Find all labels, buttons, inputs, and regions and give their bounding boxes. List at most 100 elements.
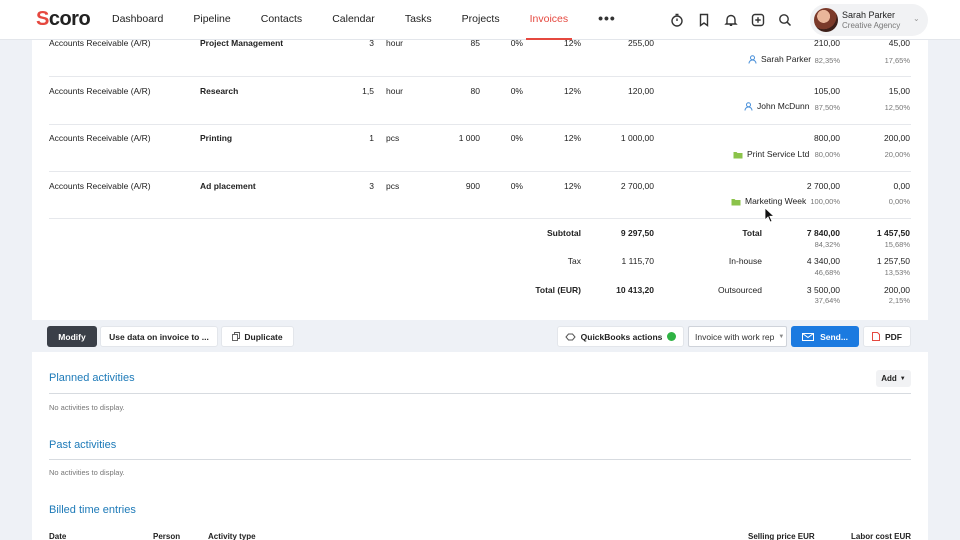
total-cost-percent: 84,32%: [814, 240, 840, 249]
total-cost-label: Total: [742, 228, 762, 238]
nav-contacts[interactable]: Contacts: [257, 0, 306, 40]
inhouse-cost-value: 4 340,00: [806, 256, 840, 266]
outsourced-label: Outsourced: [718, 285, 762, 295]
column-header-selling-price[interactable]: Selling price EUR: [748, 532, 815, 540]
tax-value: 1 115,70: [621, 256, 654, 266]
nav-projects[interactable]: Projects: [458, 0, 504, 40]
line-account: Accounts Receivable (A/R): [49, 181, 151, 191]
total-cost-value: 7 840,00: [806, 228, 840, 238]
activities-panel: Planned activities Add ▼ No activities t…: [32, 352, 928, 540]
resource-name: Print Service Ltd: [747, 149, 810, 159]
past-activities-empty: No activities to display.: [49, 468, 125, 477]
use-data-on-invoice-button[interactable]: Use data on invoice to ...: [100, 326, 218, 347]
line-margin-percent: 0,00%: [888, 197, 910, 206]
search-icon[interactable]: [774, 9, 796, 31]
outsourced-margin-value: 200,00: [884, 285, 910, 295]
subtotal-value: 9 297,50: [620, 228, 654, 238]
line-price: 1 000: [458, 133, 480, 143]
duplicate-button[interactable]: Duplicate: [221, 326, 294, 347]
chevron-down-icon: ▼: [778, 333, 785, 340]
line-account: Accounts Receivable (A/R): [49, 86, 151, 96]
send-button[interactable]: Send...: [791, 326, 859, 347]
nav-pipeline[interactable]: Pipeline: [189, 0, 234, 40]
planned-activities-empty: No activities to display.: [49, 403, 125, 412]
invoice-action-bar: Modify Use data on invoice to ... Duplic…: [32, 320, 928, 352]
avatar: [814, 8, 838, 32]
pdf-icon: [872, 332, 880, 341]
column-header-date[interactable]: Date: [49, 532, 66, 540]
nav-calendar[interactable]: Calendar: [328, 0, 379, 40]
line-vat: 12%: [563, 86, 581, 96]
add-label: Add: [881, 374, 897, 383]
column-header-activity-type[interactable]: Activity type: [208, 532, 256, 540]
user-menu[interactable]: Sarah Parker Creative Agency ⌄: [810, 4, 928, 36]
column-header-person[interactable]: Person: [153, 532, 180, 540]
tax-label: Tax: [567, 256, 581, 266]
quickbooks-actions-button[interactable]: QuickBooks actions: [557, 326, 684, 347]
inhouse-label: In-house: [728, 256, 762, 266]
inhouse-cost-percent: 46,68%: [814, 268, 840, 277]
company-icon: [733, 150, 743, 159]
divider: [49, 393, 911, 394]
timer-icon[interactable]: [666, 9, 688, 31]
planned-activities-title[interactable]: Planned activities: [49, 372, 135, 384]
status-ok-icon: [667, 332, 677, 341]
bell-icon[interactable]: [720, 9, 742, 31]
line-cost-percent: 100,00%: [810, 197, 840, 206]
company-icon: [731, 197, 741, 206]
line-unit: hour: [386, 86, 404, 96]
add-activity-button[interactable]: Add ▼: [876, 370, 911, 387]
line-margin-percent: 17,65%: [884, 56, 910, 65]
nav-invoices[interactable]: Invoices: [525, 0, 573, 40]
scoro-logo[interactable]: Scoro: [36, 8, 91, 31]
line-cost-percent: 80,00%: [814, 150, 840, 159]
nav-tasks[interactable]: Tasks: [401, 0, 436, 40]
line-quantity: 1: [369, 133, 374, 143]
billed-time-entries-title[interactable]: Billed time entries: [49, 504, 136, 516]
total-label: Total (EUR): [535, 285, 581, 295]
line-resource[interactable]: Sarah Parker: [748, 54, 811, 64]
pdf-label: PDF: [885, 331, 902, 342]
line-price: 900: [465, 181, 480, 191]
line-resource[interactable]: Marketing Week: [731, 196, 806, 206]
line-margin: 15,00: [888, 86, 910, 96]
duplicate-label: Duplicate: [244, 331, 283, 342]
line-sum: 1 000,00: [620, 133, 654, 143]
line-unit: pcs: [386, 133, 400, 143]
send-icon: [802, 332, 815, 341]
subtotal-label: Subtotal: [547, 228, 581, 238]
line-discount: 0%: [510, 86, 523, 96]
send-label: Send...: [820, 331, 848, 342]
line-cost-percent: 82,35%: [814, 56, 840, 65]
line-unit: pcs: [386, 181, 400, 191]
user-icon: [744, 101, 753, 111]
line-sum: 2 700,00: [620, 181, 654, 191]
column-header-labor-cost[interactable]: Labor cost EUR: [851, 532, 911, 540]
pdf-button[interactable]: PDF: [863, 326, 911, 347]
line-resource[interactable]: John McDunn: [744, 101, 809, 111]
bookmark-icon[interactable]: [693, 9, 715, 31]
nav-dashboard[interactable]: Dashboard: [108, 0, 167, 40]
line-resource[interactable]: Print Service Ltd: [733, 149, 809, 159]
user-icon: [748, 54, 757, 64]
quickbooks-label: QuickBooks actions: [580, 331, 663, 342]
divider: [49, 218, 911, 219]
line-vat: 12%: [563, 181, 581, 191]
line-margin: 0,00: [893, 181, 910, 191]
modify-button[interactable]: Modify: [47, 326, 97, 347]
top-icons: [666, 9, 801, 31]
add-new-icon[interactable]: [747, 9, 769, 31]
nav-more-button[interactable]: •••: [594, 0, 620, 40]
logo-text: coro: [48, 8, 91, 30]
invoice-template-select[interactable]: Invoice with work rep ▼: [688, 326, 787, 347]
user-company: Creative Agency: [842, 21, 901, 30]
line-quantity: 3: [369, 181, 374, 191]
duplicate-icon: [232, 332, 241, 341]
divider: [49, 76, 911, 77]
line-sum: 120,00: [628, 86, 654, 96]
past-activities-title[interactable]: Past activities: [49, 439, 116, 451]
line-vat: 12%: [563, 133, 581, 143]
resource-name: John McDunn: [757, 101, 810, 111]
outsourced-margin-percent: 2,15%: [888, 296, 910, 305]
inhouse-margin-percent: 13,53%: [884, 268, 910, 277]
